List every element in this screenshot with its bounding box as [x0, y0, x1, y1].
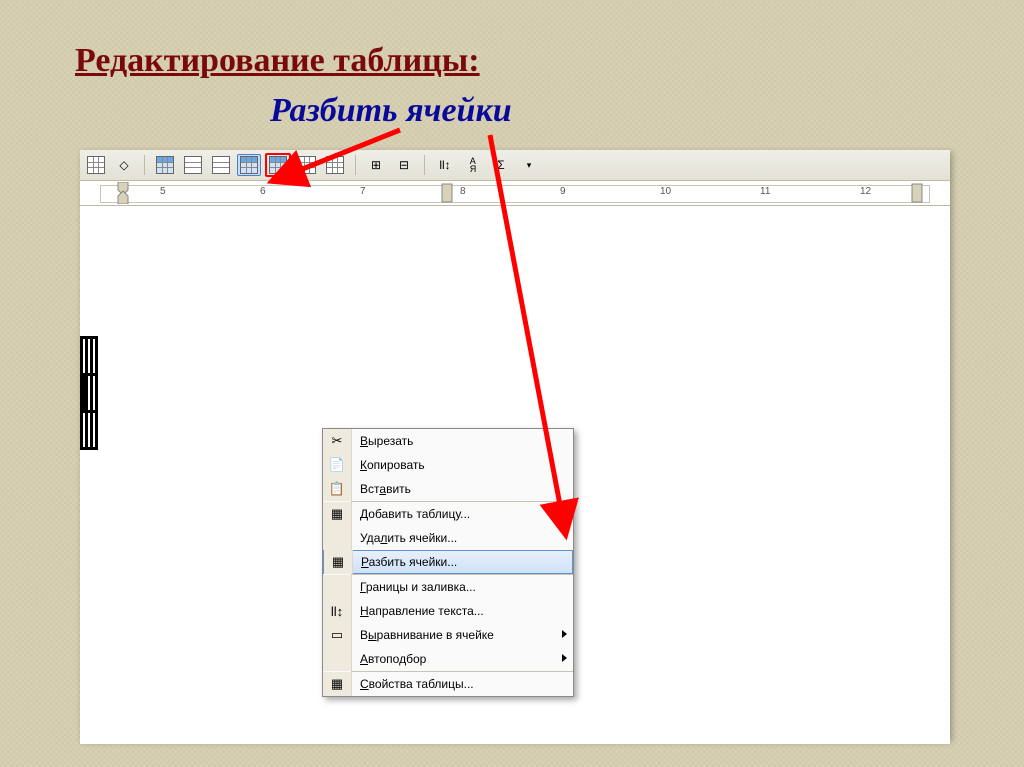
table-row[interactable]	[82, 375, 97, 412]
menu-autofit[interactable]: Автоподбор	[323, 647, 573, 671]
toolbar-options-button[interactable]: ▾	[517, 154, 541, 176]
indent-marker[interactable]	[116, 182, 130, 204]
blank-icon	[323, 526, 352, 550]
ruler-tick: 11	[760, 186, 770, 197]
ruler-tick: 10	[660, 186, 671, 197]
eraser-button[interactable]: ◇	[112, 154, 136, 176]
table-icon: ▦	[323, 672, 352, 696]
sample-table[interactable]	[80, 336, 98, 450]
text-direction-button[interactable]: ll↕	[433, 154, 457, 176]
alignment-icon: ▭	[323, 623, 352, 647]
menu-label: Вставить	[352, 482, 411, 496]
menu-label: Выравнивание в ячейке	[352, 628, 494, 642]
tables-toolbar: ◇ ⊞ ⊟ ll↕ АЯ Σ ▾	[80, 150, 950, 181]
submenu-arrow-icon	[562, 654, 567, 662]
autosum-button[interactable]: Σ	[489, 154, 513, 176]
ruler-tick: 12	[860, 186, 871, 197]
insert-above-button[interactable]	[181, 154, 205, 176]
submenu-arrow-icon	[562, 630, 567, 638]
menu-text-direction[interactable]: ll↕ Направление текста...	[323, 599, 573, 623]
menu-label: Границы и заливка...	[352, 580, 476, 594]
sort-button[interactable]: АЯ	[461, 154, 485, 176]
menu-label: Автоподбор	[352, 652, 426, 666]
toolbar-separator	[355, 155, 356, 175]
menu-copy[interactable]: 📄 Копировать	[323, 453, 573, 477]
draw-table-button[interactable]	[84, 154, 108, 176]
menu-cell-alignment[interactable]: ▭ Выравнивание в ячейке	[323, 623, 573, 647]
menu-delete-cells[interactable]: Удалить ячейки...	[323, 526, 573, 550]
insert-left-button[interactable]	[237, 154, 261, 176]
copy-icon: 📄	[323, 453, 352, 477]
split-table-button[interactable]	[323, 154, 347, 176]
ruler-tick: 5	[160, 186, 166, 197]
menu-label: Свойства таблицы...	[352, 677, 474, 691]
horizontal-ruler[interactable]: 5 6 7 8 9 10 11 12	[80, 181, 950, 206]
menu-paste[interactable]: 📋 Вставить	[323, 477, 573, 501]
menu-split-cells[interactable]: ▦ Разбить ячейки...	[323, 550, 573, 574]
text-direction-icon: ll↕	[323, 599, 352, 623]
table-row[interactable]	[82, 338, 97, 375]
table-icon: ▦	[323, 502, 352, 526]
distribute-rows-button[interactable]: ⊞	[364, 154, 388, 176]
toolbar-separator	[424, 155, 425, 175]
column-marker[interactable]	[910, 182, 924, 204]
toolbar-separator	[144, 155, 145, 175]
menu-borders-shading[interactable]: Границы и заливка...	[323, 575, 573, 599]
menu-table-properties[interactable]: ▦ Свойства таблицы...	[323, 672, 573, 696]
word-screenshot: ◇ ⊞ ⊟ ll↕ АЯ Σ ▾ 5 6 7 8 9 10 11 12	[80, 150, 950, 740]
column-marker[interactable]	[440, 182, 454, 204]
insert-table-button[interactable]	[153, 154, 177, 176]
menu-label: Удалить ячейки...	[352, 531, 457, 545]
ruler-tick: 9	[560, 186, 566, 197]
ruler-tick: 6	[260, 186, 266, 197]
distribute-cols-button[interactable]: ⊟	[392, 154, 416, 176]
menu-label: Копировать	[352, 458, 425, 472]
menu-insert-table[interactable]: ▦ Добавить таблицу...	[323, 502, 573, 526]
split-cells-button[interactable]	[265, 153, 291, 177]
paste-icon: 📋	[323, 477, 352, 501]
slide-title: Редактирование таблицы:	[75, 42, 480, 80]
ruler-tick: 8	[460, 186, 466, 197]
menu-label: Вырезать	[352, 434, 413, 448]
blank-icon	[323, 647, 352, 671]
context-menu: ✂ Вырезать 📄 Копировать 📋 Вставить ▦ Доб…	[322, 428, 574, 697]
menu-label: Добавить таблицу...	[352, 507, 470, 521]
blank-icon	[323, 575, 352, 599]
ruler-tick: 7	[360, 186, 366, 197]
menu-label: Разбить ячейки...	[353, 555, 457, 569]
document-area[interactable]: ✂ Вырезать 📄 Копировать 📋 Вставить ▦ Доб…	[80, 206, 950, 744]
insert-below-button[interactable]	[209, 154, 233, 176]
menu-label: Направление текста...	[352, 604, 484, 618]
split-cells-icon: ▦	[324, 550, 353, 574]
merge-cells-button[interactable]	[295, 154, 319, 176]
menu-cut[interactable]: ✂ Вырезать	[323, 429, 573, 453]
slide-subtitle: Разбить ячейки	[270, 92, 512, 130]
table-row[interactable]	[82, 412, 97, 449]
cut-icon: ✂	[323, 429, 352, 453]
